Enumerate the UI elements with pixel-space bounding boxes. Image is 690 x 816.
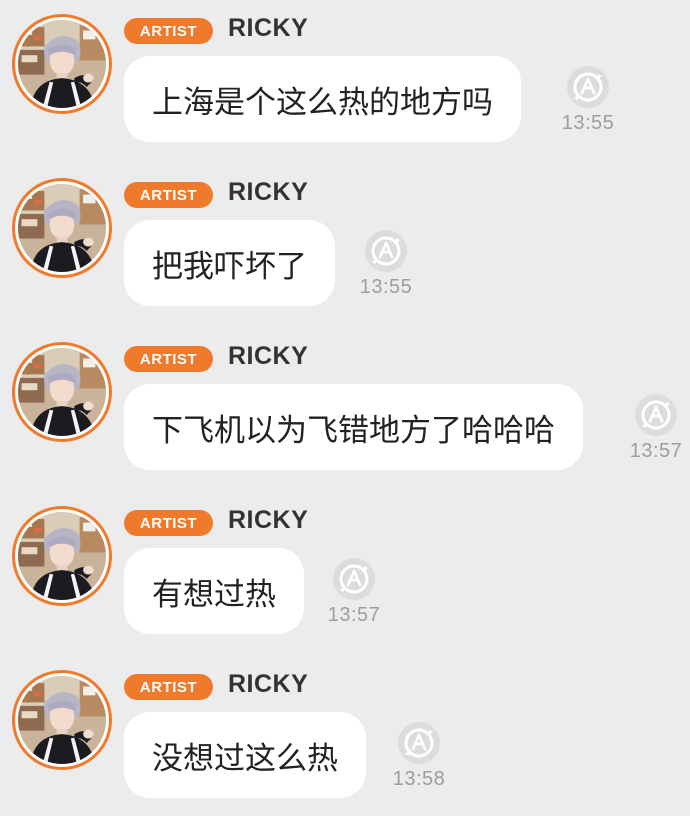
message-timestamp: 13:55: [561, 112, 615, 134]
chat-message: ARTIST RICKY 有想过热 13:57: [0, 492, 690, 642]
message-bubble[interactable]: 有想过热: [124, 548, 304, 634]
translate-icon[interactable]: [331, 556, 377, 602]
sender-avatar[interactable]: [12, 670, 112, 770]
chat-message: ARTIST RICKY 把我吓坏了 13:55: [0, 164, 690, 314]
sender-name: RICKY: [228, 14, 309, 42]
message-bubble[interactable]: 把我吓坏了: [124, 220, 335, 306]
translate-icon[interactable]: [633, 392, 679, 438]
chat-message-list[interactable]: ARTIST RICKY 上海是个这么热的地方吗 13:55 ARTIST RI…: [0, 0, 690, 816]
message-timestamp: 13:57: [327, 604, 381, 626]
sender-avatar[interactable]: [12, 178, 112, 278]
message-bubble[interactable]: 上海是个这么热的地方吗: [124, 56, 521, 142]
message-meta: 13:58: [387, 720, 451, 791]
avatar-frame: [15, 345, 109, 439]
artist-badge: ARTIST: [124, 18, 213, 44]
message-timestamp: 13:57: [629, 440, 683, 462]
avatar-frame: [15, 509, 109, 603]
sender-name: RICKY: [228, 342, 309, 370]
avatar-photo: [18, 512, 106, 600]
translate-icon[interactable]: [396, 720, 442, 766]
translate-icon[interactable]: [565, 64, 611, 110]
sender-avatar[interactable]: [12, 342, 112, 442]
message-bubble[interactable]: 下飞机以为飞错地方了哈哈哈: [124, 384, 583, 470]
artist-badge: ARTIST: [124, 510, 213, 536]
chat-message: ARTIST RICKY 上海是个这么热的地方吗 13:55: [0, 0, 690, 150]
chat-message: ARTIST RICKY 没想过这么热 13:58: [0, 656, 690, 806]
avatar-photo: [18, 184, 106, 272]
sender-avatar[interactable]: [12, 14, 112, 114]
avatar-frame: [15, 673, 109, 767]
message-meta: 13:55: [354, 228, 418, 299]
artist-badge: ARTIST: [124, 346, 213, 372]
sender-name: RICKY: [228, 178, 309, 206]
artist-badge: ARTIST: [124, 674, 213, 700]
message-meta: 13:57: [624, 392, 688, 463]
message-bubble[interactable]: 没想过这么热: [124, 712, 366, 798]
avatar-photo: [18, 676, 106, 764]
translate-icon[interactable]: [363, 228, 409, 274]
avatar-frame: [15, 181, 109, 275]
sender-avatar[interactable]: [12, 506, 112, 606]
sender-name: RICKY: [228, 670, 309, 698]
avatar-frame: [15, 17, 109, 111]
message-timestamp: 13:55: [359, 276, 413, 298]
chat-message: ARTIST RICKY 下飞机以为飞错地方了哈哈哈 13:57: [0, 328, 690, 478]
avatar-photo: [18, 348, 106, 436]
message-meta: 13:55: [556, 64, 620, 135]
artist-badge: ARTIST: [124, 182, 213, 208]
message-timestamp: 13:58: [392, 768, 446, 790]
avatar-photo: [18, 20, 106, 108]
message-meta: 13:57: [322, 556, 386, 627]
sender-name: RICKY: [228, 506, 309, 534]
